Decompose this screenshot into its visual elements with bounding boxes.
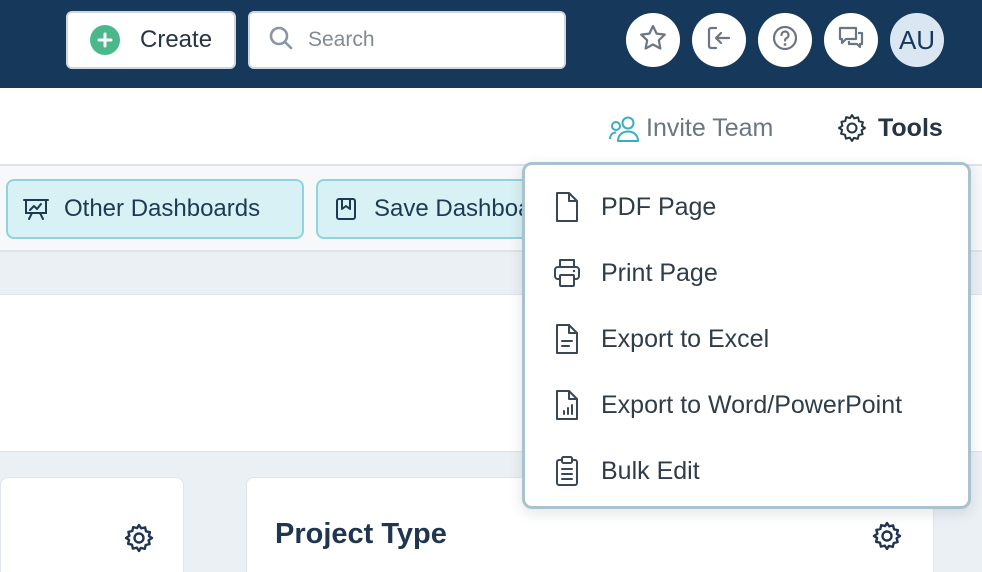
menu-item-label: Bulk Edit [601,456,700,485]
top-navigation-bar: Create AU [0,0,982,88]
tools-label: Tools [878,113,943,142]
favorites-button[interactable] [626,13,680,67]
card-settings-gear-icon[interactable] [123,522,155,559]
menu-item-label: Print Page [601,258,718,287]
menu-item-label: Export to Word/PowerPoint [601,390,903,419]
invite-team-label: Invite Team [646,114,774,142]
menu-item-bulk-edit[interactable]: Bulk Edit [551,446,700,496]
chat-icon [836,23,866,58]
bookmark-icon [332,195,360,223]
user-avatar[interactable]: AU [890,13,944,67]
other-dashboards-label: Other Dashboards [64,195,261,222]
card-title: Project Type [275,518,447,550]
dashboard-card [0,477,184,572]
chat-button[interactable] [824,13,878,67]
gear-icon [836,112,868,144]
card-settings-gear-icon[interactable] [871,520,903,557]
search-icon [268,25,294,56]
search-input[interactable] [308,28,548,52]
sign-out-button[interactable] [692,13,746,67]
menu-item-export-excel[interactable]: Export to Excel [551,314,769,364]
tools-button[interactable]: Tools [836,112,943,144]
tools-dropdown-menu: PDF Page Print Page Export to Excel Expo… [522,162,971,509]
clipboard-list-icon [551,454,583,488]
printer-icon [551,257,583,289]
menu-item-pdf-page[interactable]: PDF Page [551,182,716,232]
help-icon [770,23,800,58]
invite-team-button[interactable]: Invite Team [608,114,773,143]
menu-item-print-page[interactable]: Print Page [551,248,718,298]
help-button[interactable] [758,13,812,67]
page-header: Invite Team Tools [0,88,982,166]
sign-out-icon [704,23,734,58]
file-chart-icon [551,388,583,422]
create-button-label: Create [140,26,213,53]
search-box[interactable] [248,11,566,69]
users-icon [608,115,640,143]
plus-icon [90,25,120,55]
file-icon [551,190,583,224]
file-text-icon [551,322,583,356]
star-icon [638,23,668,58]
presentation-icon [22,195,50,223]
create-button[interactable]: Create [66,11,236,69]
menu-item-export-word-powerpoint[interactable]: Export to Word/PowerPoint [551,380,902,430]
other-dashboards-button[interactable]: Other Dashboards [6,179,304,239]
menu-item-label: PDF Page [601,192,717,221]
menu-item-label: Export to Excel [601,324,770,353]
